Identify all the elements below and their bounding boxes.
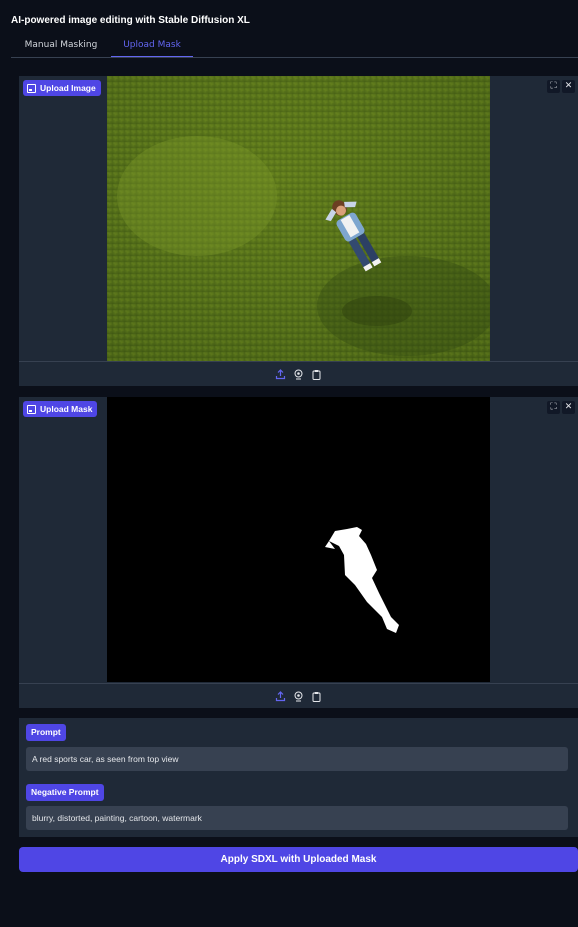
- upload-icon[interactable]: [275, 368, 286, 380]
- webcam-icon[interactable]: [293, 691, 304, 702]
- tab-upload-mask[interactable]: Upload Mask: [111, 37, 193, 57]
- negative-prompt-label: Negative Prompt: [26, 784, 104, 801]
- upload-image-label: Upload Image: [23, 80, 101, 96]
- close-icon[interactable]: ✕: [562, 401, 575, 414]
- prompt-label: Prompt: [26, 724, 66, 741]
- grass-photo: [107, 76, 490, 361]
- uploaded-image: [107, 76, 490, 361]
- upload-image-panel[interactable]: Upload Image ⛶ ✕: [19, 76, 578, 386]
- upload-icon[interactable]: [275, 690, 286, 702]
- upload-mask-panel[interactable]: Upload Mask ⛶ ✕: [19, 397, 578, 708]
- app-title: AI-powered image editing with Stable Dif…: [11, 15, 250, 26]
- upload-mask-label-text: Upload Mask: [40, 404, 93, 414]
- image-icon: [27, 404, 36, 414]
- clipboard-icon[interactable]: [311, 691, 322, 702]
- mask-image: [107, 397, 490, 682]
- image-icon: [27, 83, 36, 93]
- tab-manual-masking[interactable]: Manual Masking: [11, 37, 111, 56]
- negative-prompt-input[interactable]: blurry, distorted, painting, cartoon, wa…: [26, 806, 568, 830]
- prompt-section: Prompt A red sports car, as seen from to…: [19, 718, 578, 837]
- mask-toolbar: [19, 683, 578, 708]
- close-icon[interactable]: ✕: [562, 80, 575, 93]
- image-toolbar: [19, 361, 578, 386]
- tab-bar: Manual Masking Upload Mask: [11, 37, 578, 58]
- fullscreen-icon[interactable]: ⛶: [547, 80, 560, 93]
- upload-mask-label: Upload Mask: [23, 401, 98, 417]
- upload-image-label-text: Upload Image: [40, 83, 96, 93]
- uploaded-mask: [107, 397, 490, 682]
- prompt-input[interactable]: A red sports car, as seen from top view: [26, 747, 568, 771]
- clipboard-icon[interactable]: [311, 369, 322, 380]
- fullscreen-icon[interactable]: ⛶: [547, 401, 560, 414]
- webcam-icon[interactable]: [293, 369, 304, 380]
- apply-sdxl-button[interactable]: Apply SDXL with Uploaded Mask: [19, 847, 578, 872]
